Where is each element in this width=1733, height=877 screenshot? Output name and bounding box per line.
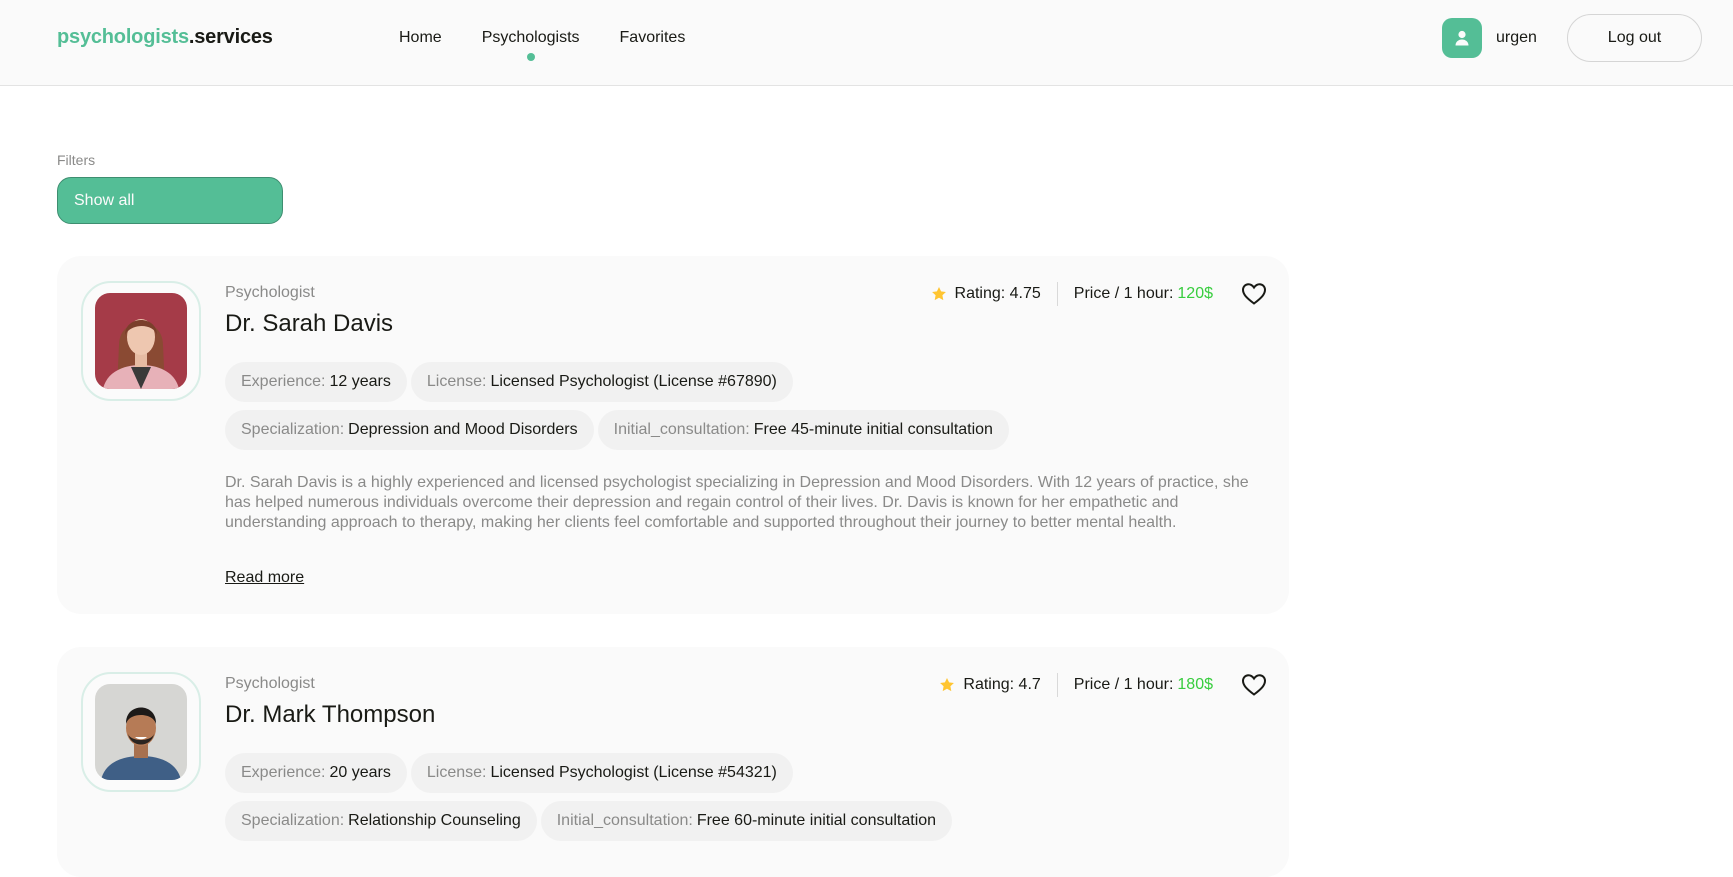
tags-row: Experience: 20 years License: Licensed Psy… bbox=[225, 753, 1265, 793]
tag-value: Free 45-minute initial consultation bbox=[753, 421, 993, 438]
tag-key: License: bbox=[426, 373, 487, 390]
heart-icon[interactable] bbox=[1241, 282, 1267, 306]
tag-key: Specialization: bbox=[241, 421, 345, 438]
photo-frame bbox=[81, 672, 201, 792]
tag-value: Relationship Counseling bbox=[348, 812, 521, 829]
price-value: 120$ bbox=[1177, 285, 1213, 302]
filter-select[interactable]: Show all bbox=[57, 177, 283, 224]
psychologist-card: Psychologist Dr. Sarah Davis Rating: 4.7… bbox=[57, 256, 1289, 614]
psychologist-card: Psychologist Dr. Mark Thompson Rating: 4… bbox=[57, 647, 1289, 877]
tag-key: Experience: bbox=[241, 373, 326, 390]
psychologist-photo bbox=[95, 293, 187, 389]
tag-key: Initial_consultation: bbox=[613, 421, 750, 438]
rating-value: Rating: 4.75 bbox=[954, 285, 1041, 302]
tag-key: Specialization: bbox=[241, 812, 345, 829]
meta-divider bbox=[1056, 673, 1058, 697]
filter-selected-value: Show all bbox=[74, 191, 135, 209]
tag-value: Free 60-minute initial consultation bbox=[696, 812, 937, 829]
tag-key: License: bbox=[426, 764, 487, 781]
logo-accent: psychologists bbox=[57, 26, 189, 48]
nav-psychologists[interactable]: Psychologists bbox=[482, 29, 580, 61]
tag-value: Licensed Psychologist (License #67890) bbox=[490, 373, 777, 390]
user-icon bbox=[1455, 30, 1469, 46]
tag-value: Licensed Psychologist (License #54321) bbox=[490, 764, 777, 781]
card-meta: Rating: 4.75 Price / 1 hour: 120$ bbox=[931, 282, 1267, 306]
rating-value: Rating: 4.7 bbox=[963, 676, 1041, 693]
site-header: psychologists.services Home Psychologist… bbox=[0, 0, 1733, 86]
user-name: urgen bbox=[1496, 29, 1537, 46]
tag-license: License: Licensed Psychologist (License #… bbox=[410, 362, 793, 402]
tag-consultation: Initial_consultation: Free 45-minute init… bbox=[597, 410, 1009, 450]
psychologist-photo bbox=[95, 684, 187, 780]
price-value: 180$ bbox=[1177, 676, 1213, 693]
tag-key: Experience: bbox=[241, 764, 326, 781]
tags-row: Experience: 12 years License: Licensed Psy… bbox=[225, 362, 1265, 402]
card-meta: Rating: 4.7 Price / 1 hour: 180$ bbox=[939, 673, 1267, 697]
meta-divider bbox=[1056, 282, 1058, 306]
photo-frame bbox=[81, 281, 201, 401]
tags-row: Specialization: Depression and Mood Disor… bbox=[225, 410, 1265, 450]
tags-row: Specialization: Relationship Counseling I… bbox=[225, 801, 1265, 841]
nav-favorites[interactable]: Favorites bbox=[620, 29, 686, 47]
read-more-link[interactable]: Read more bbox=[225, 569, 304, 587]
tag-consultation: Initial_consultation: Free 60-minute init… bbox=[540, 801, 953, 841]
tag-value: 20 years bbox=[329, 764, 391, 781]
tag-experience: Experience: 20 years bbox=[225, 753, 407, 793]
user-avatar bbox=[1442, 18, 1482, 58]
psychologist-name: Dr. Sarah Davis bbox=[225, 310, 394, 337]
psychologist-role: Psychologist bbox=[225, 675, 315, 692]
price-label: Price / 1 hour: bbox=[1073, 676, 1174, 693]
tag-value: Depression and Mood Disorders bbox=[348, 421, 578, 438]
psychologist-name: Dr. Mark Thompson bbox=[225, 701, 436, 728]
site-logo[interactable]: psychologists.services bbox=[57, 26, 273, 49]
tag-license: License: Licensed Psychologist (License #… bbox=[410, 753, 793, 793]
nav-home[interactable]: Home bbox=[399, 29, 442, 47]
psychologist-about: Dr. Sarah Davis is a highly experienced … bbox=[225, 474, 1249, 531]
tag-specialization: Specialization: Depression and Mood Disor… bbox=[225, 410, 594, 450]
tag-value: 12 years bbox=[329, 373, 391, 390]
star-icon bbox=[931, 287, 946, 301]
tag-key: Initial_consultation: bbox=[556, 812, 693, 829]
logo-rest: .services bbox=[188, 26, 273, 48]
tag-experience: Experience: 12 years bbox=[225, 362, 407, 402]
psychologist-role: Psychologist bbox=[225, 284, 315, 301]
heart-icon[interactable] bbox=[1241, 673, 1267, 697]
logout-button[interactable]: Log out bbox=[1567, 14, 1702, 62]
tag-specialization: Specialization: Relationship Counseling bbox=[225, 801, 537, 841]
user-info: urgen bbox=[1442, 18, 1537, 58]
star-icon bbox=[940, 678, 955, 692]
main-nav: Home Psychologists Favorites bbox=[399, 29, 686, 61]
price-label: Price / 1 hour: bbox=[1073, 285, 1174, 302]
filters-label: Filters bbox=[57, 152, 96, 168]
